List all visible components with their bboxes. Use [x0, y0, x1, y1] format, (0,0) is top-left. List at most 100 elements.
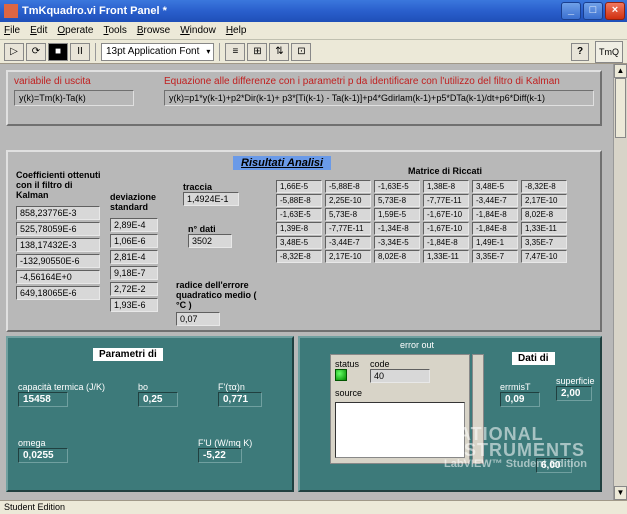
var-label: variabile di uscita [14, 76, 144, 87]
status-text: Student Edition [4, 502, 65, 512]
fu-value[interactable]: -5,22 [198, 448, 242, 463]
vi-icon [4, 4, 18, 18]
riccati-cell: 8,02E-8 [374, 250, 420, 263]
riccati-cell: 1,66E-5 [276, 180, 322, 193]
rmse-value: 0,07 [176, 312, 220, 326]
riccati-cell: 3,35E-7 [472, 250, 518, 263]
kalman-coef: -132,90550E-6 [16, 254, 100, 268]
stop-button[interactable]: ■ [48, 43, 68, 61]
close-button[interactable]: × [605, 2, 625, 20]
menu-tools[interactable]: Tools [104, 25, 127, 36]
fu-label: F'U (W/mq K) [198, 438, 252, 448]
sup-value[interactable]: 2,00 [556, 386, 592, 401]
vertical-scrollbar[interactable]: ▲ ▼ [613, 64, 627, 500]
code-value: 40 [370, 369, 430, 383]
riccati-cell: -3,44E-7 [472, 194, 518, 207]
pause-button[interactable]: II [70, 43, 90, 61]
menu-file[interactable]: File [4, 25, 20, 36]
menu-edit[interactable]: Edit [30, 25, 47, 36]
results-panel: Coefficienti ottenuti con il filtro di K… [6, 150, 602, 332]
source-label: source [335, 388, 362, 398]
run-button[interactable]: ▷ [4, 43, 24, 61]
riccati-cell: 1,39E-8 [276, 222, 322, 235]
kalman-dev: 2,72E-2 [110, 282, 158, 296]
rmse-label: radice dell'errore quadratico medio ( °C… [176, 280, 268, 310]
riccati-cell: -8,32E-8 [521, 180, 567, 193]
riccati-cell: -1,67E-10 [423, 208, 469, 221]
statusbar: Student Edition [0, 500, 627, 514]
kalman-title: Coefficienti ottenuti con il filtro di K… [16, 170, 106, 200]
sup-label: superficie [556, 376, 595, 386]
menu-window[interactable]: Window [180, 25, 216, 36]
scroll-down-icon[interactable]: ▼ [614, 486, 627, 500]
traccia-label: traccia [183, 182, 239, 192]
window-titlebar: TmKquadro.vi Front Panel * _ □ × [0, 0, 627, 22]
dev-block: deviazione standard 2,89E-41,06E-62,81E-… [110, 192, 170, 314]
code-label: code [370, 359, 430, 369]
param-panel: Parametri di capacità termica (J/K) 1545… [6, 336, 294, 492]
riccati-cell: 3,35E-7 [521, 236, 567, 249]
riccati-cell: 2,25E-10 [325, 194, 371, 207]
menu-operate[interactable]: Operate [57, 25, 93, 36]
riccati-cell: 1,33E-11 [521, 222, 567, 235]
dev-label: deviazione standard [110, 192, 170, 212]
riccati-cell: 3,48E-5 [276, 236, 322, 249]
cluster-scroll[interactable] [472, 354, 484, 464]
var-eq: y(k)=Tm(k)-Ta(k) [14, 90, 134, 106]
font-select[interactable]: 13pt Application Font [101, 43, 214, 61]
kalman-coef: 138,17432E-3 [16, 238, 100, 252]
scroll-up-icon[interactable]: ▲ [614, 64, 627, 78]
reorder-button[interactable]: ⇅ [269, 43, 289, 61]
ndati-value: 3502 [188, 234, 232, 248]
toolbar: ▷ ⟳ ■ II 13pt Application Font ≡ ⊞ ⇅ ⊡ ?… [0, 40, 627, 64]
analisi-title: Risultati Analisi [233, 156, 331, 170]
ndati-label: n° dati [188, 224, 232, 234]
riccati-cell: -3,34E-5 [374, 236, 420, 249]
align-button[interactable]: ≡ [225, 43, 245, 61]
distribute-button[interactable]: ⊞ [247, 43, 267, 61]
ftan-value[interactable]: 0,771 [218, 392, 262, 407]
cap-label: capacità termica (J/K) [18, 382, 105, 392]
kalman-dev: 1,06E-6 [110, 234, 158, 248]
riccati-cell: 1,49E-1 [472, 236, 518, 249]
omega-value[interactable]: 0,0255 [18, 448, 68, 463]
menu-help[interactable]: Help [226, 25, 247, 36]
riccati-cell: 3,48E-5 [472, 180, 518, 193]
riccati-cell: -1,63E-5 [374, 180, 420, 193]
data-panel: error out status source code 40 Dati di … [298, 336, 602, 492]
source-text[interactable] [335, 402, 465, 458]
equation-panel: variabile di uscita y(k)=Tm(k)-Ta(k) Equ… [6, 70, 602, 126]
extra-value[interactable]: 6,00 [536, 458, 572, 473]
riccati-cell: -1,84E-8 [423, 236, 469, 249]
minimize-button[interactable]: _ [561, 2, 581, 20]
riccati-cell: 2,17E-10 [325, 250, 371, 263]
resize-button[interactable]: ⊡ [291, 43, 311, 61]
riccati-cell: -5,88E-8 [325, 180, 371, 193]
errmisT-value[interactable]: 0,09 [500, 392, 540, 407]
help-button[interactable]: ? [571, 43, 589, 61]
pane-icon[interactable]: TmQ [595, 41, 623, 63]
status-led [335, 369, 347, 381]
riccati-cell: 2,17E-10 [521, 194, 567, 207]
bo-label: bo [138, 382, 178, 392]
cap-value[interactable]: 15458 [18, 392, 68, 407]
kalman-coef: 525,78059E-6 [16, 222, 100, 236]
kalman-dev: 2,89E-4 [110, 218, 158, 232]
riccati-cell: -1,84E-8 [472, 222, 518, 235]
riccati-cell: 1,33E-11 [423, 250, 469, 263]
riccati-cell: 5,73E-8 [374, 194, 420, 207]
front-panel: variabile di uscita y(k)=Tm(k)-Ta(k) Equ… [0, 64, 627, 500]
riccati-cell: -7,77E-11 [423, 194, 469, 207]
maximize-button[interactable]: □ [583, 2, 603, 20]
riccati-cell: -5,88E-8 [276, 194, 322, 207]
error-cluster: status source code 40 [330, 354, 470, 464]
cont-run-button[interactable]: ⟳ [26, 43, 46, 61]
riccati-cell: 1,38E-8 [423, 180, 469, 193]
kalman-dev: 9,18E-7 [110, 266, 158, 280]
eq-label: Equazione alle differenze con i parametr… [164, 76, 594, 87]
riccati-cell: -7,77E-11 [325, 222, 371, 235]
scroll-thumb[interactable] [615, 78, 626, 138]
kalman-coef: 649,18065E-6 [16, 286, 100, 300]
menu-browse[interactable]: Browse [137, 25, 170, 36]
bo-value[interactable]: 0,25 [138, 392, 178, 407]
